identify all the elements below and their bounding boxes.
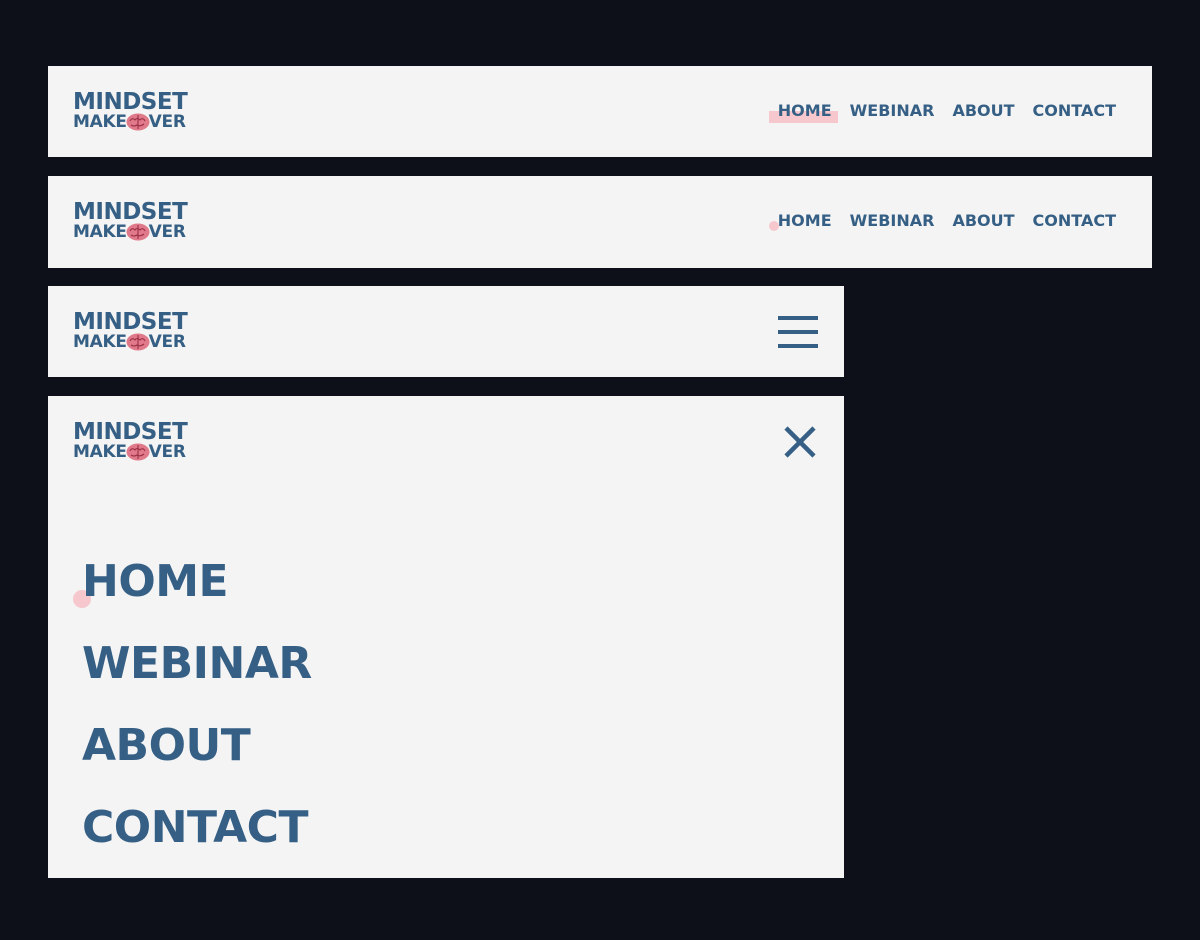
mobile-nav-webinar[interactable]: WEBINAR — [82, 636, 312, 718]
logo[interactable]: MINDSET MAKE VER — [73, 309, 188, 352]
hamburger-line — [778, 330, 818, 334]
main-nav: HOME WEBINAR ABOUT CONTACT — [768, 101, 1116, 123]
hamburger-menu-icon[interactable] — [778, 316, 818, 348]
nav-home[interactable]: HOME — [768, 211, 832, 231]
header-mobile-expanded: MINDSET MAKE VER HOME WEBINAR ABOUT CONT… — [48, 396, 844, 878]
nav-home[interactable]: HOME — [768, 101, 838, 123]
main-nav: HOME WEBINAR ABOUT CONTACT — [768, 211, 1116, 231]
logo-line2: MAKE VER — [73, 331, 186, 352]
logo[interactable]: MINDSET MAKE VER — [73, 89, 188, 132]
nav-webinar[interactable]: WEBINAR — [850, 101, 935, 120]
header-desktop: MINDSET MAKE VER HOME WEBINAR ABOUT CONT… — [48, 176, 1152, 268]
brain-icon — [126, 113, 150, 131]
logo-line1: MINDSET — [73, 309, 188, 335]
logo-line2: MAKE VER — [73, 221, 186, 242]
header-mobile-collapsed: MINDSET MAKE VER — [48, 286, 844, 377]
nav-about[interactable]: ABOUT — [952, 101, 1014, 120]
hamburger-line — [778, 344, 818, 348]
hamburger-line — [778, 316, 818, 320]
nav-webinar[interactable]: WEBINAR — [850, 211, 935, 230]
brain-icon — [126, 333, 150, 351]
logo-line1: MINDSET — [73, 199, 188, 225]
logo-line1: MINDSET — [73, 419, 188, 445]
nav-contact[interactable]: CONTACT — [1033, 101, 1116, 120]
logo-line1: MINDSET — [73, 89, 188, 115]
logo[interactable]: MINDSET MAKE VER — [73, 199, 188, 242]
logo[interactable]: MINDSET MAKE VER — [73, 419, 188, 462]
mobile-nav-about[interactable]: ABOUT — [82, 718, 312, 800]
brain-icon — [126, 223, 150, 241]
mobile-nav-contact[interactable]: CONTACT — [82, 800, 312, 882]
mobile-nav: HOME WEBINAR ABOUT CONTACT — [73, 554, 312, 882]
mobile-nav-home[interactable]: HOME — [73, 554, 312, 636]
header-desktop-hover: MINDSET MAKE VER HOME WEBINAR ABOUT CONT… — [48, 66, 1152, 157]
nav-about[interactable]: ABOUT — [952, 211, 1014, 230]
brain-icon — [126, 443, 150, 461]
logo-line2: MAKE VER — [73, 111, 186, 132]
logo-line2: MAKE VER — [73, 441, 186, 462]
close-icon[interactable] — [782, 424, 818, 460]
nav-contact[interactable]: CONTACT — [1033, 211, 1116, 230]
